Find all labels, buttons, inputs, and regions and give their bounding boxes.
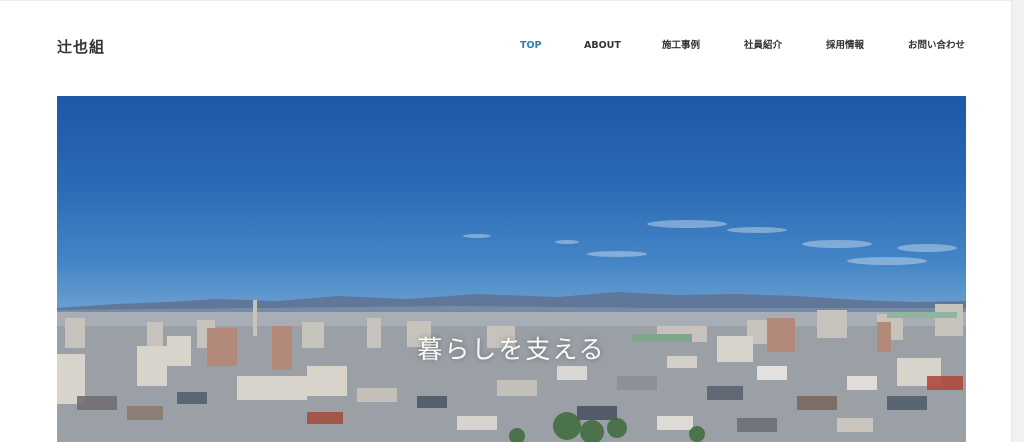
hero-image: 暮らしを支える <box>57 96 966 442</box>
nav-item-about[interactable]: ABOUT <box>584 40 621 52</box>
nav-item-top[interactable]: TOP <box>520 40 542 52</box>
top-border <box>0 0 1012 1</box>
hero-tagline: 暮らしを支える <box>417 335 606 364</box>
nav-item-works[interactable]: 施工事例 <box>662 40 700 52</box>
nav-item-contact[interactable]: お問い合わせ <box>908 40 965 52</box>
nav-item-staff[interactable]: 社員紹介 <box>744 40 782 52</box>
scrollbar-track[interactable] <box>1011 0 1024 442</box>
cityscape-illustration <box>57 220 966 442</box>
nav-item-recruit[interactable]: 採用情報 <box>826 40 864 52</box>
main-nav: TOP ABOUT 施工事例 社員紹介 採用情報 お問い合わせ <box>0 40 1012 54</box>
